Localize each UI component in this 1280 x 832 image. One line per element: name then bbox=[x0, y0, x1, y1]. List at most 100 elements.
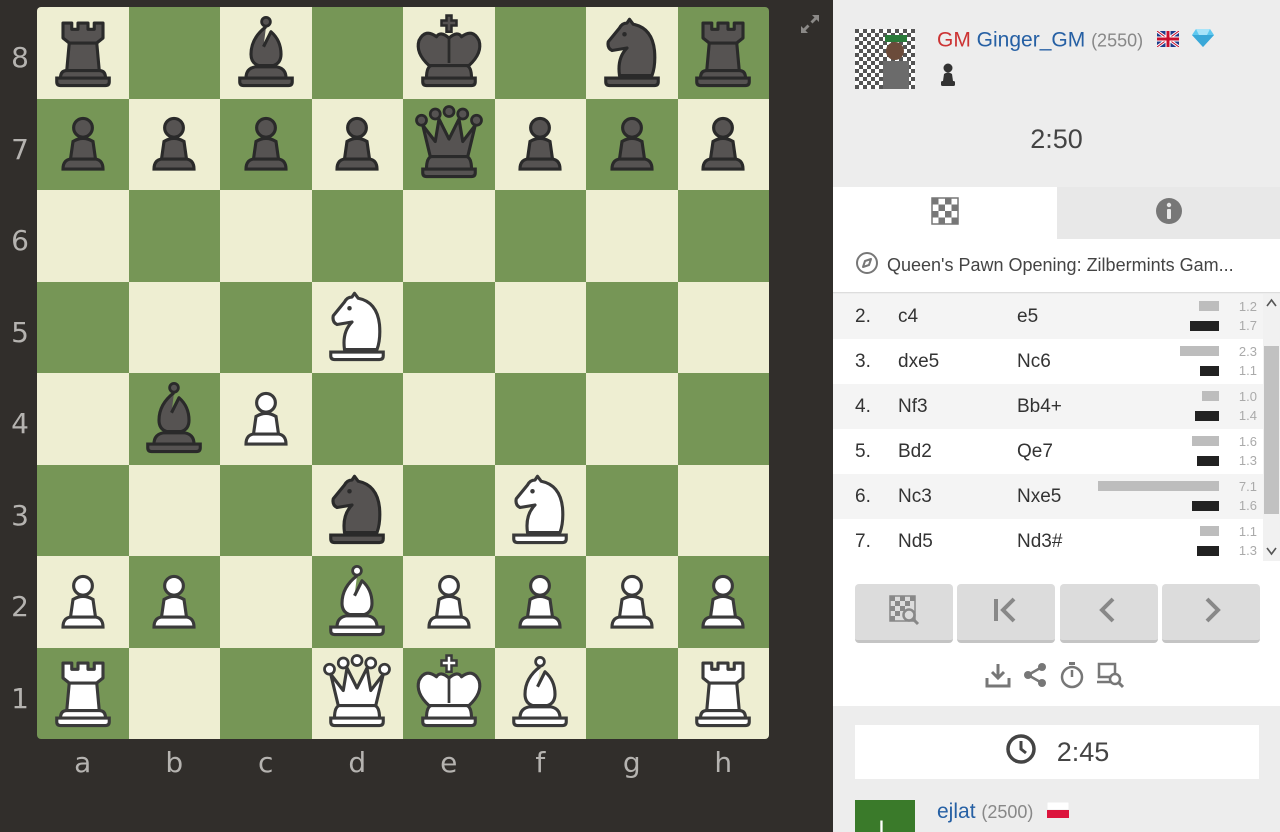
white-bishop-icon[interactable] bbox=[317, 562, 397, 642]
player-username[interactable]: ejlat bbox=[937, 800, 976, 823]
square-f1[interactable] bbox=[494, 647, 586, 739]
white-pawn-icon[interactable] bbox=[592, 562, 672, 642]
black-pawn-icon[interactable] bbox=[317, 104, 397, 184]
square-d5[interactable] bbox=[311, 281, 403, 373]
square-h2[interactable] bbox=[677, 556, 769, 648]
square-b7[interactable] bbox=[128, 98, 220, 190]
square-c2[interactable] bbox=[220, 556, 312, 648]
square-a5[interactable] bbox=[37, 281, 129, 373]
square-b8[interactable] bbox=[128, 7, 220, 99]
square-c3[interactable] bbox=[220, 464, 312, 556]
white-knight-icon[interactable] bbox=[317, 287, 397, 367]
white-rook-icon[interactable] bbox=[683, 653, 763, 733]
white-move[interactable]: Nf3 bbox=[898, 396, 928, 418]
square-a1[interactable] bbox=[37, 647, 129, 739]
opponent-username[interactable]: Ginger_GM bbox=[977, 29, 1086, 52]
black-move[interactable]: Qe7 bbox=[1017, 441, 1053, 463]
black-pawn-icon[interactable] bbox=[500, 104, 580, 184]
white-pawn-icon[interactable] bbox=[409, 562, 489, 642]
square-b1[interactable] bbox=[128, 647, 220, 739]
square-e7[interactable] bbox=[403, 98, 495, 190]
black-rook-icon[interactable] bbox=[43, 13, 123, 93]
next-move-button[interactable] bbox=[1162, 584, 1260, 643]
white-move[interactable]: Nc3 bbox=[898, 486, 932, 508]
white-pawn-icon[interactable] bbox=[500, 562, 580, 642]
white-rook-icon[interactable] bbox=[43, 653, 123, 733]
square-b5[interactable] bbox=[128, 281, 220, 373]
square-d2[interactable] bbox=[311, 556, 403, 648]
square-d4[interactable] bbox=[311, 373, 403, 465]
white-pawn-icon[interactable] bbox=[134, 562, 214, 642]
square-g8[interactable] bbox=[586, 7, 678, 99]
chess-board[interactable] bbox=[37, 7, 769, 739]
square-g5[interactable] bbox=[586, 281, 678, 373]
white-bishop-icon[interactable] bbox=[500, 653, 580, 733]
share-icon[interactable] bbox=[1021, 661, 1049, 689]
black-move[interactable]: Nxe5 bbox=[1017, 486, 1061, 508]
square-e6[interactable] bbox=[403, 190, 495, 282]
square-d1[interactable] bbox=[311, 647, 403, 739]
download-icon[interactable] bbox=[984, 661, 1012, 689]
square-e5[interactable] bbox=[403, 281, 495, 373]
square-h8[interactable] bbox=[677, 7, 769, 99]
analysis-board-button[interactable] bbox=[855, 584, 953, 643]
black-bishop-icon[interactable] bbox=[226, 13, 306, 93]
expand-icon[interactable] bbox=[798, 12, 822, 36]
square-d7[interactable] bbox=[311, 98, 403, 190]
square-g4[interactable] bbox=[586, 373, 678, 465]
black-move[interactable]: e5 bbox=[1017, 306, 1038, 328]
white-pawn-icon[interactable] bbox=[43, 562, 123, 642]
square-f3[interactable] bbox=[494, 464, 586, 556]
black-rook-icon[interactable] bbox=[683, 13, 763, 93]
square-c5[interactable] bbox=[220, 281, 312, 373]
square-h1[interactable] bbox=[677, 647, 769, 739]
square-f6[interactable] bbox=[494, 190, 586, 282]
black-pawn-icon[interactable] bbox=[592, 104, 672, 184]
square-f4[interactable] bbox=[494, 373, 586, 465]
square-a3[interactable] bbox=[37, 464, 129, 556]
square-c8[interactable] bbox=[220, 7, 312, 99]
square-e4[interactable] bbox=[403, 373, 495, 465]
square-h4[interactable] bbox=[677, 373, 769, 465]
timer-icon[interactable] bbox=[1058, 661, 1086, 689]
black-pawn-icon[interactable] bbox=[134, 104, 214, 184]
square-d3[interactable] bbox=[311, 464, 403, 556]
black-move[interactable]: Nc6 bbox=[1017, 351, 1051, 373]
square-g3[interactable] bbox=[586, 464, 678, 556]
scroll-up-arrow-icon[interactable] bbox=[1266, 296, 1277, 308]
white-pawn-icon[interactable] bbox=[683, 562, 763, 642]
square-c7[interactable] bbox=[220, 98, 312, 190]
black-knight-icon[interactable] bbox=[317, 470, 397, 550]
scroll-thumb[interactable] bbox=[1264, 346, 1279, 514]
square-f7[interactable] bbox=[494, 98, 586, 190]
black-pawn-icon[interactable] bbox=[226, 104, 306, 184]
black-pawn-icon[interactable] bbox=[683, 104, 763, 184]
white-move[interactable]: c4 bbox=[898, 306, 918, 328]
white-move[interactable]: Nd5 bbox=[898, 531, 933, 553]
square-e8[interactable] bbox=[403, 7, 495, 99]
tab-info[interactable] bbox=[1057, 187, 1280, 239]
white-knight-icon[interactable] bbox=[500, 470, 580, 550]
previous-move-button[interactable] bbox=[1060, 584, 1158, 643]
square-h5[interactable] bbox=[677, 281, 769, 373]
square-h7[interactable] bbox=[677, 98, 769, 190]
square-f5[interactable] bbox=[494, 281, 586, 373]
square-e2[interactable] bbox=[403, 556, 495, 648]
square-f8[interactable] bbox=[494, 7, 586, 99]
opponent-avatar[interactable] bbox=[855, 29, 915, 89]
white-move[interactable]: dxe5 bbox=[898, 351, 939, 373]
opening-name[interactable]: Queen's Pawn Opening: Zilbermints Gam... bbox=[887, 255, 1277, 276]
square-g1[interactable] bbox=[586, 647, 678, 739]
tab-moves[interactable] bbox=[833, 187, 1057, 239]
square-e1[interactable] bbox=[403, 647, 495, 739]
square-a6[interactable] bbox=[37, 190, 129, 282]
first-move-button[interactable] bbox=[957, 584, 1055, 643]
square-d6[interactable] bbox=[311, 190, 403, 282]
square-f2[interactable] bbox=[494, 556, 586, 648]
square-b4[interactable] bbox=[128, 373, 220, 465]
square-a4[interactable] bbox=[37, 373, 129, 465]
white-king-icon[interactable] bbox=[409, 653, 489, 733]
square-b3[interactable] bbox=[128, 464, 220, 556]
square-g6[interactable] bbox=[586, 190, 678, 282]
square-c6[interactable] bbox=[220, 190, 312, 282]
